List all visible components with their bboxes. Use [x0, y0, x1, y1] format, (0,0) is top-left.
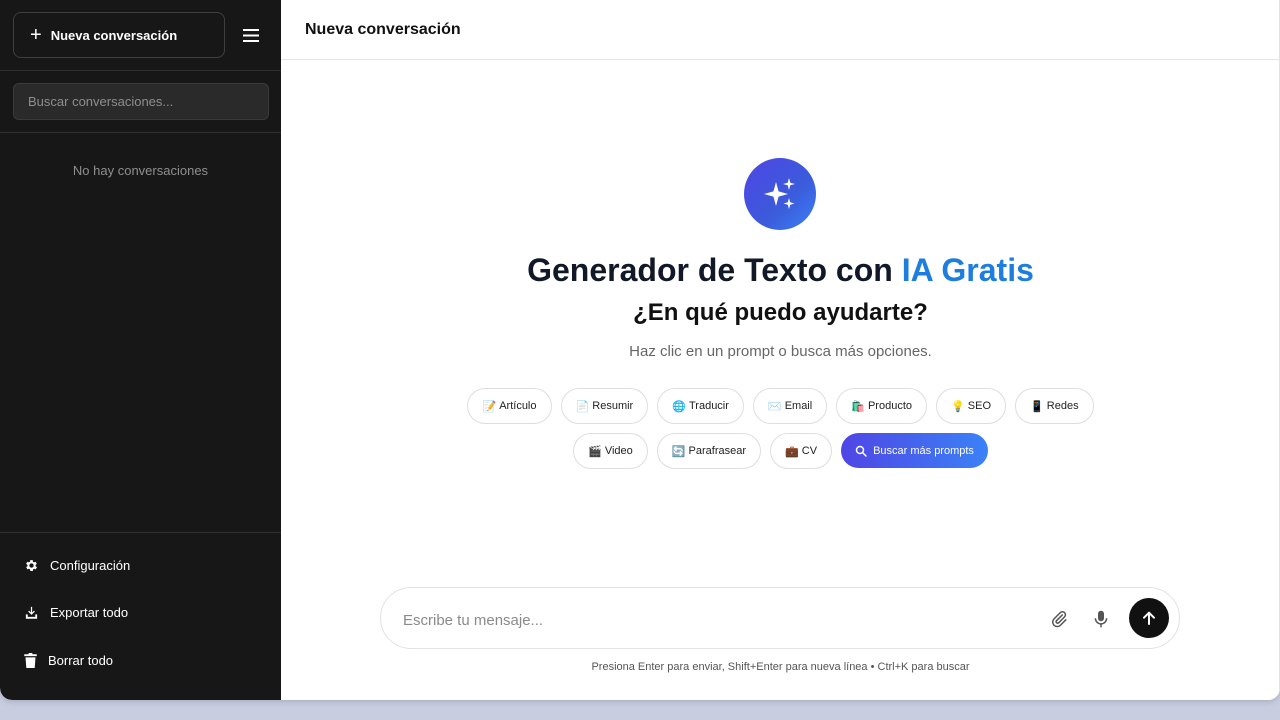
chip-label: Redes	[1046, 400, 1079, 412]
delete-all-label: Borrar todo	[48, 653, 114, 668]
prompt-chip-email[interactable]: ✉️ Email	[752, 388, 828, 424]
prompt-chip-articulo[interactable]: 📝 Artículo	[467, 388, 552, 424]
search-conversations-input[interactable]	[13, 83, 269, 120]
chip-label: Traducir	[688, 400, 729, 412]
chip-emoji: ✉️	[767, 400, 782, 413]
hero-headline: Generador de Texto con IA Gratis	[281, 252, 1280, 289]
header: Nueva conversación	[281, 0, 1280, 60]
plus-icon: +	[30, 24, 42, 46]
sparkles-icon	[744, 158, 816, 230]
prompt-chip-cv[interactable]: 💼 CV	[770, 433, 833, 469]
divider	[0, 132, 281, 133]
app-window: + Nueva conversación No hay conversacion…	[0, 0, 1280, 700]
download-icon	[25, 606, 38, 619]
prompt-chip-producto[interactable]: 🛍️ Producto	[836, 388, 927, 424]
menu-icon[interactable]	[238, 23, 264, 47]
microphone-icon[interactable]	[1090, 608, 1112, 630]
chip-emoji: 💼	[785, 445, 799, 458]
chip-label: Email	[784, 400, 813, 412]
chip-emoji: 📝	[482, 400, 497, 413]
hero-subtitle: ¿En qué puedo ayudarte?	[633, 299, 928, 326]
prompt-chip-traducir[interactable]: 🌐 Traducir	[657, 388, 744, 424]
chip-label: Artículo	[499, 400, 537, 412]
prompt-chip-seo[interactable]: 💡 SEO	[936, 388, 1006, 424]
chip-emoji: 💡	[951, 400, 965, 413]
export-all-button[interactable]: Exportar todo	[24, 605, 128, 620]
chip-label: Video	[604, 445, 633, 457]
message-input[interactable]	[401, 606, 1025, 634]
prompt-chips-row-2: 🎬 Video 🔄 Parafrasear 💼 CV Buscar más pr…	[281, 433, 1280, 469]
search-icon	[855, 445, 867, 457]
chip-label: CV	[801, 445, 818, 457]
composer-footnote: Presiona Enter para enviar, Shift+Enter …	[591, 661, 970, 673]
trash-icon	[24, 653, 37, 668]
send-button[interactable]	[1129, 598, 1169, 638]
prompt-chip-resumir[interactable]: 📄 Resumir	[560, 388, 649, 424]
page-title: Nueva conversación	[305, 21, 461, 38]
prompt-chip-video[interactable]: 🎬 Video	[573, 433, 648, 469]
chip-label: Producto	[867, 400, 912, 412]
delete-all-button[interactable]: Borrar todo	[24, 653, 113, 668]
new-chat-label: Nueva conversación	[50, 27, 178, 43]
hero-hint: Haz clic en un prompt o busca más opcion…	[629, 343, 932, 360]
chip-label: SEO	[967, 400, 991, 412]
search-prompts-label: Buscar más prompts	[873, 444, 974, 457]
chip-label: Resumir	[592, 400, 634, 412]
empty-conversations-text: No hay conversaciones	[72, 163, 209, 178]
chip-emoji: 🎬	[588, 445, 602, 458]
divider	[0, 70, 281, 71]
new-chat-button[interactable]: + Nueva conversación	[13, 12, 225, 58]
gear-icon	[26, 560, 37, 571]
settings-label: Configuración	[50, 558, 131, 573]
main-panel: Nueva conversación Generador de Texto co…	[281, 0, 1280, 700]
sidebar: + Nueva conversación No hay conversacion…	[0, 0, 281, 700]
chip-emoji: 🔄	[671, 445, 686, 458]
arrow-up-icon	[1143, 611, 1155, 625]
message-composer	[380, 587, 1180, 649]
prompt-chip-redes[interactable]: 📱 Redes	[1015, 388, 1094, 424]
chip-emoji: 📱	[1030, 400, 1044, 413]
export-all-label: Exportar todo	[50, 605, 129, 620]
divider	[0, 532, 281, 533]
chip-emoji: 📄	[575, 400, 590, 413]
headline-accent: IA Gratis	[901, 252, 1034, 288]
chip-label: Parafrasear	[688, 445, 747, 457]
settings-button[interactable]: Configuración	[24, 558, 130, 573]
prompt-chips-row-1: 📝 Artículo 📄 Resumir 🌐 Traducir ✉️ Email…	[281, 388, 1280, 424]
prompt-chip-parafrasear[interactable]: 🔄 Parafrasear	[656, 433, 762, 469]
chip-emoji: 🛍️	[851, 400, 865, 413]
headline-prefix: Generador de Texto con	[527, 252, 902, 288]
search-prompts-button[interactable]: Buscar más prompts	[841, 433, 988, 468]
chip-emoji: 🌐	[672, 400, 686, 413]
paperclip-icon[interactable]	[1048, 608, 1070, 630]
